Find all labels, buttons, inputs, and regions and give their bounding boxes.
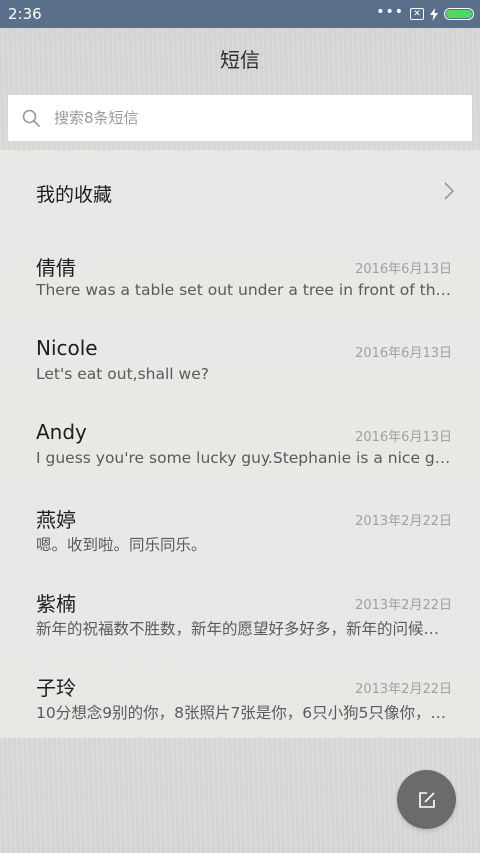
status-time: 2:36 [8,5,42,23]
contact-name: 子玲 [36,676,76,700]
compose-button[interactable] [397,770,456,829]
message-date: 2013年2月22日 [355,682,452,697]
conversation-item[interactable]: Nicole 2016年6月13日 Let's eat out,shall we… [0,318,480,402]
conversation-item[interactable]: Andy 2016年6月13日 I guess you're some luck… [0,402,480,486]
conversation-item[interactable]: 紫楠 2013年2月22日 新年的祝福数不胜数，新年的愿望好多好多，新年的问候… [0,570,480,654]
conversation-list: 我的收藏 倩倩 2016年6月13日 There was a table set… [0,150,480,738]
message-preview: 10分想念9别的你，8张照片7张是你，6只小狗5只像你，4… [36,704,452,722]
search-icon [22,109,40,127]
search-input[interactable] [54,109,434,127]
favorites-row[interactable]: 我的收藏 [0,150,480,234]
message-preview: 新年的祝福数不胜数，新年的愿望好多好多，新年的问候… [36,620,440,638]
message-date: 2013年2月22日 [355,514,452,529]
status-icons: ••• ✕ [376,5,474,23]
conversation-item[interactable]: 子玲 2013年2月22日 10分想念9别的你，8张照片7张是你，6只小狗5只像… [0,654,480,738]
contact-name: Nicole [36,336,98,360]
compose-icon [418,791,435,808]
chevron-right-icon [444,182,454,200]
message-date: 2016年6月13日 [355,430,452,445]
no-sim-icon: ✕ [410,8,424,20]
status-bar: 2:36 ••• ✕ [0,0,480,28]
message-date: 2016年6月13日 [355,262,452,277]
message-date: 2013年2月22日 [355,598,452,613]
message-preview: I guess you're some lucky guy.Stephanie … [36,449,452,467]
battery-level [446,10,472,18]
message-preview: There was a table set out under a tree i… [36,281,452,299]
contact-name: 燕婷 [36,508,76,532]
page-title: 短信 [220,48,260,72]
contact-name: 紫楠 [36,592,76,616]
search-bar[interactable] [8,95,472,141]
more-notifications-icon: ••• [376,4,404,20]
message-preview: 嗯。收到啦。同乐同乐。 [36,536,207,554]
battery-icon [444,8,474,20]
contact-name: Andy [36,420,87,444]
message-preview: Let's eat out,shall we? [36,365,209,383]
contact-name: 倩倩 [36,256,76,280]
charging-icon [430,7,438,21]
favorites-label: 我的收藏 [36,184,113,206]
conversation-item[interactable]: 倩倩 2016年6月13日 There was a table set out … [0,234,480,318]
message-date: 2016年6月13日 [355,346,452,361]
conversation-item[interactable]: 燕婷 2013年2月22日 嗯。收到啦。同乐同乐。 [0,486,480,570]
